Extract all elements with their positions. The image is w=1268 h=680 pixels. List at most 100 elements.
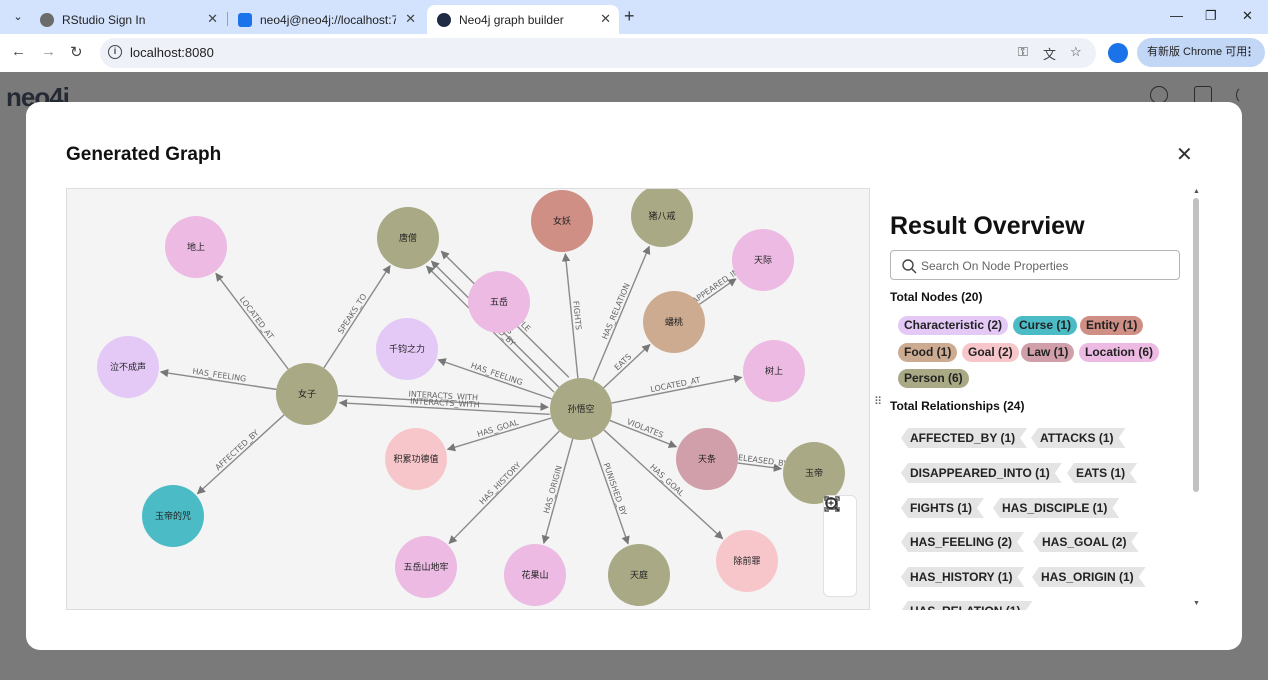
graph-node[interactable]: 地上 (165, 216, 227, 278)
node-label-chip[interactable]: Location (6) (1079, 343, 1159, 362)
graph-node[interactable]: 五岳 (468, 271, 530, 333)
graph-node[interactable]: 积累功德值 (385, 428, 447, 490)
close-tab-icon[interactable]: ✕ (405, 11, 416, 27)
forward-arrow-icon[interactable]: → (41, 43, 56, 60)
graph-node[interactable]: 天际 (732, 229, 794, 291)
graph-edge[interactable] (448, 430, 560, 545)
edge-label: HAS_RELATION (600, 282, 632, 341)
graph-canvas[interactable]: LOCATED_AT SPEAKS_TO HAS_FEELING AFFECTED_B… (66, 188, 870, 610)
site-info-icon[interactable]: i (108, 45, 122, 59)
relationship-type-chip[interactable]: DISAPPEARED_INTO (1) (901, 463, 1062, 483)
relationship-type-chip[interactable]: FIGHTS (1) (901, 498, 984, 518)
graph-node[interactable]: 唐僧 (377, 207, 439, 269)
dialog-title: Generated Graph (66, 144, 222, 165)
graph-node[interactable]: 天庭 (608, 544, 670, 606)
tab-search-icon[interactable]: ⌄ (8, 7, 28, 27)
relationship-type-chip[interactable]: HAS_ORIGIN (1) (1032, 567, 1146, 587)
graph-svg[interactable]: LOCATED_AT SPEAKS_TOHAS_FEELINGAFFECTED_B… (67, 189, 870, 610)
reload-icon[interactable]: ↻ (70, 43, 83, 61)
panel-title: Result Overview (890, 212, 1085, 240)
relationship-type-chip[interactable]: HAS_HISTORY (1) (901, 567, 1024, 587)
edge-label: HAS_ORIGIN (542, 465, 564, 515)
relationship-type-chip[interactable]: EATS (1) (1067, 463, 1137, 483)
restore-icon[interactable]: ❐ (1205, 8, 1217, 24)
relationship-type-chip[interactable]: AFFECTED_BY (1) (901, 428, 1027, 448)
graph-node[interactable]: 孙悟空 (550, 378, 612, 440)
tab-neo4j-browser[interactable]: neo4j@neo4j://localhost:768 ✕ (228, 5, 424, 34)
tab-graph-builder[interactable]: Neo4j graph builder ✕ (427, 5, 619, 34)
graph-edge[interactable] (215, 272, 289, 370)
browser-toolbar: ← → ↻ i localhost:8080 ⚿ 文 ☆ 有新版 Chrome … (0, 34, 1268, 72)
node-search-input[interactable]: Search On Node Properties (890, 250, 1180, 280)
node-label-chip[interactable]: Entity (1) (1080, 316, 1144, 335)
minimize-icon[interactable]: — (1170, 8, 1183, 23)
relationship-type-chip[interactable]: HAS_GOAL (2) (1033, 532, 1138, 552)
node-label: 天条 (698, 453, 716, 465)
node-label-chip[interactable]: Curse (1) (1013, 316, 1078, 335)
chrome-update-button[interactable]: 有新版 Chrome 可用 ⋮ (1137, 38, 1265, 67)
graph-node[interactable]: 五岳山地牢 (395, 536, 457, 598)
node-label: 积累功德值 (393, 453, 438, 465)
translate-icon[interactable]: 文 (1043, 44, 1056, 63)
graph-node[interactable]: 女子 (276, 363, 338, 425)
tab-bar: ⌄ RStudio Sign In ✕ neo4j@neo4j://localh… (0, 0, 1268, 34)
node-label: 树上 (765, 365, 783, 377)
profile-avatar-icon[interactable] (1108, 43, 1128, 63)
graph-edge[interactable] (196, 414, 285, 495)
window-close-icon[interactable]: ✕ (1242, 8, 1253, 24)
graph-node[interactable]: 除前罪 (716, 530, 778, 592)
node-label: 五岳 (490, 296, 508, 308)
node-label: 女子 (298, 388, 316, 400)
total-nodes-heading: Total Nodes (20) (890, 290, 983, 304)
back-arrow-icon[interactable]: ← (11, 43, 26, 60)
fit-view-icon[interactable] (824, 496, 856, 595)
address-bar[interactable]: i localhost:8080 ⚿ 文 ☆ (100, 38, 1096, 68)
node-label: 泣不成声 (110, 361, 146, 373)
node-label-chip[interactable]: Goal (2) (962, 343, 1019, 362)
bookmark-star-icon[interactable]: ☆ (1070, 44, 1082, 60)
password-key-icon[interactable]: ⚿ (1018, 44, 1028, 60)
graph-edge[interactable] (590, 438, 630, 545)
panel-scrollbar[interactable] (1193, 198, 1199, 492)
graph-node[interactable]: 泣不成声 (97, 336, 159, 398)
node-label-chip[interactable]: Characteristic (2) (898, 316, 1009, 335)
globe-icon (40, 12, 54, 27)
graph-node[interactable]: 蟠桃 (643, 291, 705, 353)
zoom-out-icon[interactable] (824, 497, 856, 562)
node-label-chip[interactable]: Food (1) (898, 343, 958, 362)
relationship-type-chip[interactable]: HAS_DISCIPLE (1) (993, 498, 1119, 518)
close-dialog-icon[interactable]: ✕ (1176, 142, 1193, 167)
new-tab-plus-icon[interactable]: + (624, 6, 635, 27)
scroll-down-arrow-icon[interactable]: ▼ (1193, 600, 1200, 607)
edge-label: LOCATED_AT (650, 375, 702, 394)
result-overview-panel: Result Overview Search On Node Propertie… (871, 188, 1201, 610)
graph-node[interactable]: 天条 (676, 428, 738, 490)
relationship-type-chip[interactable]: ATTACKS (1) (1031, 428, 1126, 448)
node-label: 猪八戒 (648, 210, 675, 222)
tab-rstudio[interactable]: RStudio Sign In ✕ (30, 5, 226, 34)
graph-node[interactable]: 树上 (743, 340, 805, 402)
search-icon (902, 259, 917, 274)
graph-node[interactable]: 千钧之力 (376, 318, 438, 380)
scroll-up-arrow-icon[interactable]: ▲ (1193, 188, 1200, 195)
terminal-icon (238, 12, 252, 27)
relationship-type-chip[interactable]: HAS_FEELING (2) (901, 532, 1024, 552)
graph-node[interactable]: 猪八戒 (631, 189, 693, 247)
node-label-chip[interactable]: Law (1) (1021, 343, 1075, 362)
node-label: 除前罪 (733, 555, 760, 567)
relationship-type-chip[interactable]: HAS_RELATION (1) (901, 601, 1032, 610)
more-menu-icon[interactable]: ⋮ (1244, 38, 1255, 67)
node-label: 孙悟空 (567, 403, 594, 415)
node-label: 女妖 (553, 215, 571, 227)
close-tab-icon[interactable]: ✕ (600, 11, 611, 27)
node-label: 唐僧 (399, 232, 417, 244)
node-label: 天际 (754, 255, 772, 266)
graph-node[interactable]: 女妖 (531, 190, 593, 252)
graph-edge[interactable] (603, 343, 651, 389)
edge-label: PUNISHED_BY (601, 462, 628, 517)
graph-node[interactable]: 玉帝的咒 (142, 485, 204, 547)
node-label-chip[interactable]: Person (6) (898, 369, 969, 388)
close-tab-icon[interactable]: ✕ (207, 11, 218, 27)
graph-node[interactable]: 花果山 (504, 544, 566, 606)
total-relationships-heading: Total Relationships (24) (890, 399, 1025, 413)
